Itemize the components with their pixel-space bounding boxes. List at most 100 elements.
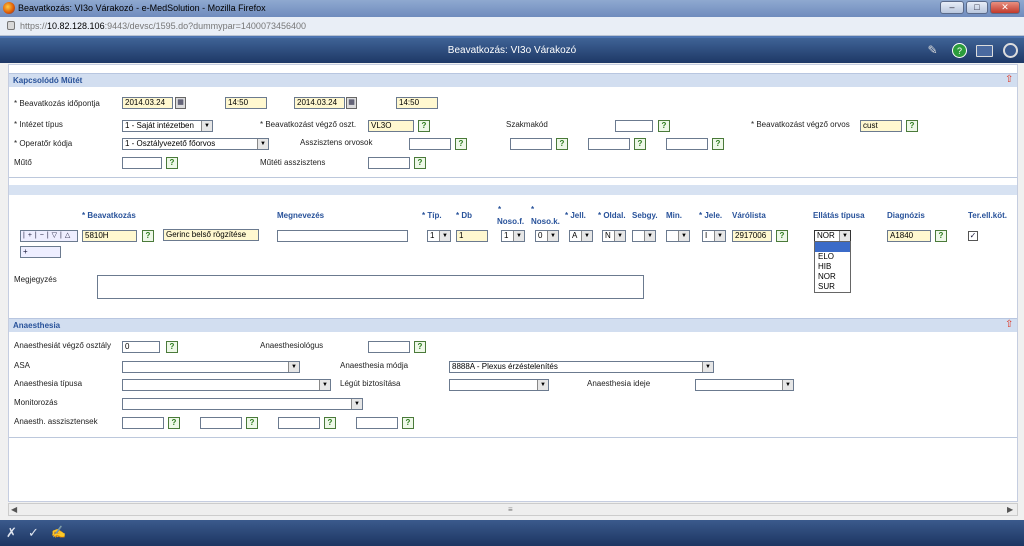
row-controls[interactable]: |+|−|▽|△ xyxy=(20,230,78,242)
dropdown-option[interactable]: SUR xyxy=(815,282,850,292)
asszisztensek-input-4[interactable] xyxy=(356,417,398,429)
help-lookup-icon[interactable]: ? xyxy=(324,417,336,429)
oszt-input[interactable]: VL3O xyxy=(368,120,414,132)
minimize-button[interactable]: – xyxy=(940,1,964,14)
cancel-icon[interactable]: ✗ xyxy=(6,525,17,541)
osztaly-input[interactable]: 0 xyxy=(122,341,160,353)
label-asszisztensek: Anaesth. asszisztensek xyxy=(14,417,98,426)
divider xyxy=(9,177,1017,178)
dropdown-option[interactable]: NOR xyxy=(815,272,850,282)
help-lookup-icon[interactable]: ? xyxy=(402,417,414,429)
help-lookup-icon[interactable]: ? xyxy=(166,157,178,169)
chevron-down-icon: ▼ xyxy=(678,231,689,241)
nosok-select[interactable]: 0 ▼ xyxy=(535,230,559,242)
dropdown-option[interactable]: ELO xyxy=(815,252,850,262)
legut-select[interactable]: ▼ xyxy=(449,379,549,391)
asszisztensek-input-1[interactable] xyxy=(122,417,164,429)
varolista-input[interactable]: 2917006 xyxy=(732,230,772,242)
add-row-button[interactable]: + xyxy=(20,246,61,258)
muto-input[interactable] xyxy=(122,157,162,169)
monitor-select[interactable]: ▼ xyxy=(122,398,363,410)
help-lookup-icon[interactable]: ? xyxy=(556,138,568,150)
code-input[interactable]: 5810H xyxy=(82,230,137,242)
mutoasszisztens-input[interactable] xyxy=(368,157,410,169)
oldal-select[interactable]: N ▼ xyxy=(602,230,626,242)
jele-value: I xyxy=(705,231,708,240)
help-lookup-icon[interactable]: ? xyxy=(906,120,918,132)
nosof-select[interactable]: 1 ▼ xyxy=(501,230,525,242)
maximize-button[interactable]: □ xyxy=(966,1,988,14)
check-icon[interactable]: ✓ xyxy=(28,525,39,541)
megjegyzes-textarea[interactable] xyxy=(97,275,644,299)
date-input-1[interactable]: 2014.03.24 xyxy=(122,97,173,109)
terell-checkbox[interactable]: ✓ xyxy=(968,231,978,241)
help-lookup-icon[interactable]: ? xyxy=(935,230,947,242)
megnevezes-input[interactable] xyxy=(277,230,408,242)
help-lookup-icon[interactable]: ? xyxy=(418,120,430,132)
chevron-down-icon: ▼ xyxy=(782,380,793,390)
label-intezet: * Intézet típus xyxy=(14,120,63,129)
time-input-2[interactable]: 14:50 xyxy=(396,97,438,109)
help-icon[interactable]: ? xyxy=(952,43,967,58)
scroll-thumb-grip[interactable]: ≡ xyxy=(508,505,513,514)
close-button[interactable]: ✕ xyxy=(990,1,1020,14)
dropdown-option[interactable] xyxy=(815,242,850,252)
anaesthesiologus-input[interactable] xyxy=(368,341,410,353)
operator-select[interactable]: 1 - Osztályvezető főorvos ▼ xyxy=(122,138,269,150)
asszisztens-input-4[interactable] xyxy=(666,138,708,150)
db-input[interactable]: 1 xyxy=(456,230,488,242)
calendar-icon[interactable]: ▦ xyxy=(346,97,357,109)
scroll-left-icon[interactable]: ◀ xyxy=(11,505,17,514)
name-input[interactable]: Gerinc belső rögzítése xyxy=(163,229,259,241)
asszisztensek-input-3[interactable] xyxy=(278,417,320,429)
asszisztens-input-1[interactable] xyxy=(409,138,451,150)
save-icon[interactable]: ✍ xyxy=(51,525,66,539)
min-select[interactable]: ▼ xyxy=(666,230,690,242)
diagnozis-input[interactable]: A1840 xyxy=(887,230,931,242)
asszisztensek-input-2[interactable] xyxy=(200,417,242,429)
modja-select[interactable]: 8888A - Plexus érzéstelenítés ▼ xyxy=(449,361,714,373)
ideje-select[interactable]: ▼ xyxy=(695,379,794,391)
tip-select[interactable]: 1 ▼ xyxy=(427,230,451,242)
help-lookup-icon[interactable]: ? xyxy=(455,138,467,150)
asa-select[interactable]: ▼ xyxy=(122,361,300,373)
chevron-down-icon: ▼ xyxy=(537,380,548,390)
horizontal-scrollbar[interactable]: ◀ ≡ ▶ xyxy=(8,503,1018,516)
sebgy-select[interactable]: ▼ xyxy=(632,230,656,242)
help-lookup-icon[interactable]: ? xyxy=(414,341,426,353)
asszisztens-input-2[interactable] xyxy=(510,138,552,150)
jele-select[interactable]: I ▼ xyxy=(702,230,726,242)
help-lookup-icon[interactable]: ? xyxy=(166,341,178,353)
window-icon[interactable] xyxy=(976,45,993,57)
help-lookup-icon[interactable]: ? xyxy=(142,230,154,242)
asszisztens-input-3[interactable] xyxy=(588,138,630,150)
time-input-1[interactable]: 14:50 xyxy=(225,97,267,109)
jell-select[interactable]: A ▼ xyxy=(569,230,593,242)
label-megjegyzes: Megjegyzés xyxy=(14,275,57,284)
collapse-up-icon[interactable]: ⇧ xyxy=(1005,74,1013,85)
help-lookup-icon[interactable]: ? xyxy=(414,157,426,169)
help-lookup-icon[interactable]: ? xyxy=(658,120,670,132)
collapse-up-icon[interactable]: ⇧ xyxy=(1005,319,1013,330)
date-input-2[interactable]: 2014.03.24 xyxy=(294,97,345,109)
help-lookup-icon[interactable]: ? xyxy=(168,417,180,429)
orvos-input[interactable]: cust xyxy=(860,120,902,132)
dropdown-option[interactable]: HIB xyxy=(815,262,850,272)
calendar-icon[interactable]: ▦ xyxy=(175,97,186,109)
scroll-right-icon[interactable]: ▶ xyxy=(1007,505,1013,514)
intezet-value: 1 - Saját intézetben xyxy=(125,121,194,130)
help-lookup-icon[interactable]: ? xyxy=(712,138,724,150)
url-text[interactable]: https://10.82.128.106:9443/devsc/1595.do… xyxy=(20,21,306,31)
tipus-select[interactable]: ▼ xyxy=(122,379,331,391)
address-bar[interactable]: https://10.82.128.106:9443/devsc/1595.do… xyxy=(0,17,1024,36)
chevron-down-icon: ▼ xyxy=(702,362,713,372)
wrench-icon[interactable]: ✎ xyxy=(925,43,940,58)
col-header-min: Min. xyxy=(666,211,682,220)
clock-icon[interactable] xyxy=(1003,43,1018,58)
ellatas-dropdown[interactable]: ELO HIB NOR SUR xyxy=(814,241,851,293)
szakmakod-input[interactable] xyxy=(615,120,653,132)
intezet-select[interactable]: 1 - Saját intézetben ▼ xyxy=(122,120,213,132)
help-lookup-icon[interactable]: ? xyxy=(776,230,788,242)
help-lookup-icon[interactable]: ? xyxy=(634,138,646,150)
help-lookup-icon[interactable]: ? xyxy=(246,417,258,429)
